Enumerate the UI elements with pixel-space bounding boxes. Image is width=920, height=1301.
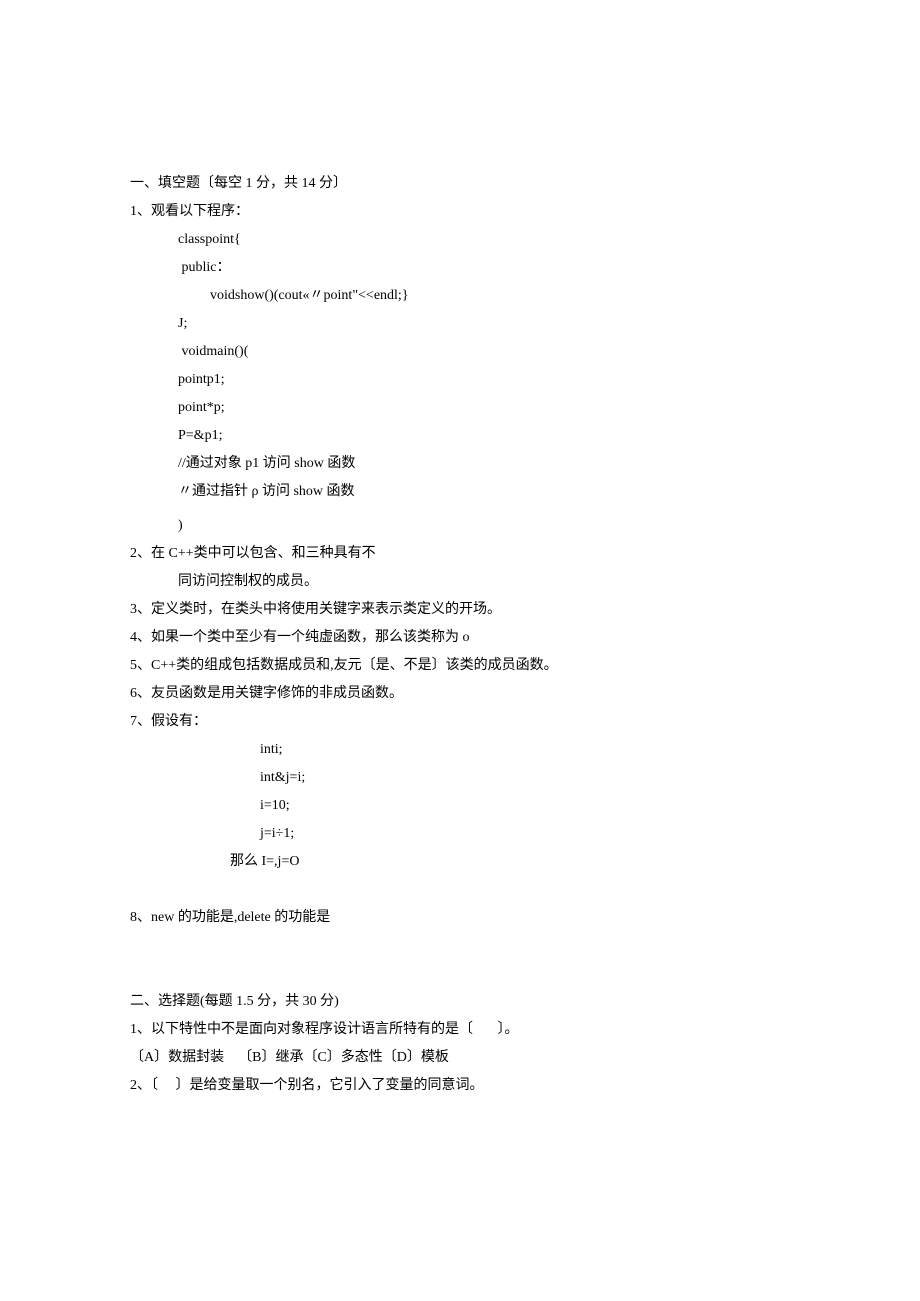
- q1-code-line: //通过对象 p1 访问 show 函数: [130, 450, 790, 478]
- q7-code-line: inti;: [130, 736, 790, 764]
- spacer: [130, 876, 790, 904]
- q5: 5、C++类的组成包括数据成员和,友元〔是、不是〕该类的成员函数。: [130, 652, 790, 680]
- q1-code-line: public：: [130, 254, 790, 282]
- q1-code-line: voidshow()(cout«〃point"<<endl;}: [130, 282, 790, 310]
- s2-q2: 2、〔 〕是给变量取一个别名，它引入了变量的同意词。: [130, 1072, 790, 1100]
- q3: 3、定义类时，在类头中将使用关键字来表示类定义的开场。: [130, 596, 790, 624]
- q7-code-line: i=10;: [130, 792, 790, 820]
- q1-code-line: 〃通过指针 ρ 访问 show 函数: [130, 478, 790, 506]
- s2-q1: 1、以下特性中不是面向对象程序设计语言所特有的是〔 〕。: [130, 1016, 790, 1044]
- q2-line-1: 2、在 C++类中可以包含、和三种具有不: [130, 540, 790, 568]
- q1-code-line: point*p;: [130, 394, 790, 422]
- q1-code-line: J;: [130, 310, 790, 338]
- q1-code-line: voidmain()(: [130, 338, 790, 366]
- q7-stem: 7、假设有：: [130, 708, 790, 736]
- q6: 6、友员函数是用关键字修饰的非成员函数。: [130, 680, 790, 708]
- q1-code-line: P=&p1;: [130, 422, 790, 450]
- q7-code-line: int&j=i;: [130, 764, 790, 792]
- q1-stem: 1、观看以下程序：: [130, 198, 790, 226]
- q8: 8、new 的功能是,delete 的功能是: [130, 904, 790, 932]
- q1-code-line: ): [130, 512, 790, 540]
- document-page: 一、填空题〔每空 1 分，共 14 分〕 1、观看以下程序： classpoin…: [0, 0, 920, 1301]
- q2-line-2: 同访问控制权的成员。: [130, 568, 790, 596]
- q4: 4、如果一个类中至少有一个纯虚函数，那么该类称为 o: [130, 624, 790, 652]
- section-2-title: 二、选择题(每题 1.5 分，共 30 分): [130, 988, 790, 1016]
- s2-q1-options: 〔A〕数据封装 〔B〕继承〔C〕多态性〔D〕模板: [130, 1044, 790, 1072]
- spacer: [130, 932, 790, 988]
- q1-code-line: pointp1;: [130, 366, 790, 394]
- section-1-title: 一、填空题〔每空 1 分，共 14 分〕: [130, 170, 790, 198]
- q1-code-line: classpoint{: [130, 226, 790, 254]
- q7-code-line: j=i÷1;: [130, 820, 790, 848]
- q7-result-line: 那么 I=,j=O: [130, 848, 790, 876]
